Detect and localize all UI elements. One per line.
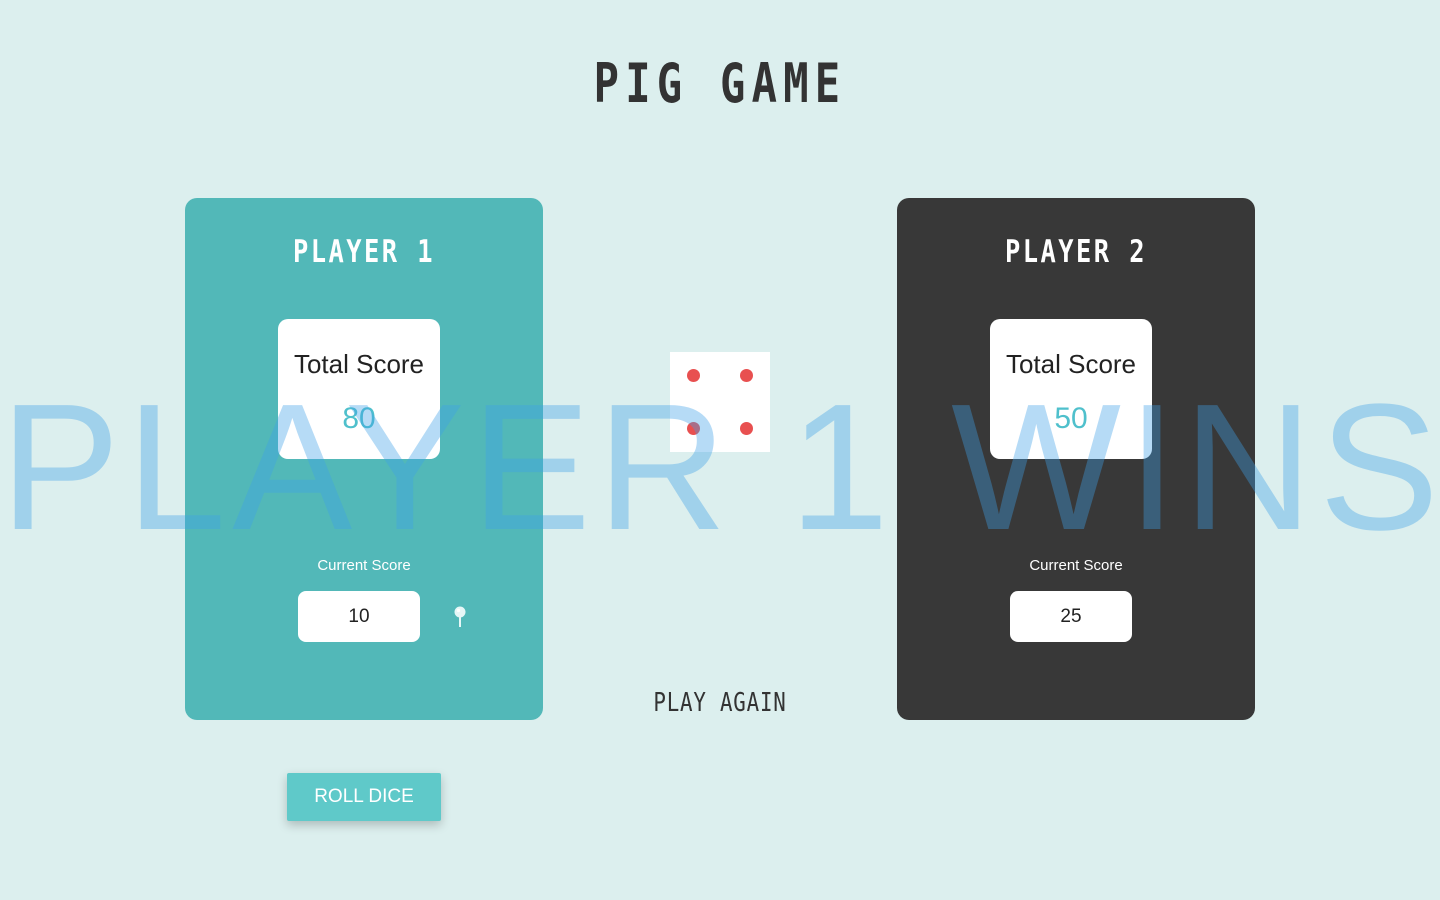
player-2-total-score-card: Total Score 50 (990, 319, 1152, 459)
roll-dice-button[interactable]: ROLL DICE (287, 773, 441, 821)
dice (670, 352, 770, 452)
player-2-panel: PLAYER 2 Total Score 50 Current Score 25 (897, 198, 1255, 720)
player-1-total-score: 80 (342, 402, 376, 435)
player-2-current-label: Current Score (1029, 557, 1123, 574)
player-1-panel: PLAYER 1 Total Score 80 Current Score 10 (185, 198, 543, 720)
player-1-total-score-card: Total Score 80 (278, 319, 440, 459)
dice-pip (740, 369, 753, 382)
player-2-total-score: 50 (1054, 402, 1088, 435)
pushpin-icon (454, 606, 466, 627)
player-2-total-label: Total Score (1005, 349, 1137, 379)
player-2-current-score: 25 (1010, 591, 1132, 642)
dice-pip (740, 422, 753, 435)
dice-pip (687, 369, 700, 382)
player-1-current-score: 10 (298, 591, 420, 642)
player-1-total-label: Total Score (293, 349, 425, 379)
player-1-current-label: Current Score (317, 557, 411, 574)
player-2-name: PLAYER 2 (1004, 234, 1148, 270)
dice-pip (687, 422, 700, 435)
play-again-button[interactable]: PLAY AGAIN (640, 686, 800, 720)
player-1-name: PLAYER 1 (292, 234, 436, 270)
